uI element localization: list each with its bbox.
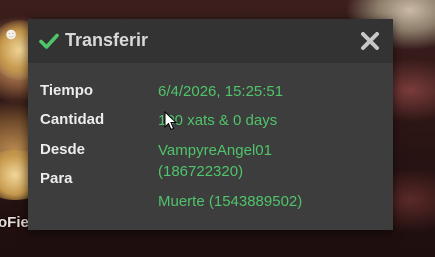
dialog-header: Transferir bbox=[28, 19, 393, 63]
from-username-link[interactable]: VampyreAngel01 bbox=[158, 140, 272, 161]
time-value: 6/4/2026, 15:25:51 bbox=[158, 83, 284, 100]
from-label: Desde bbox=[40, 141, 86, 158]
time-label: Tiempo bbox=[40, 82, 94, 99]
from-user-id: (186722320) bbox=[158, 163, 244, 180]
to-label: Para bbox=[40, 170, 73, 187]
mouse-cursor-icon bbox=[164, 111, 178, 131]
check-icon bbox=[39, 33, 59, 49]
background-emblem-icon: ☻ bbox=[2, 26, 20, 43]
amount-label: Cantidad bbox=[40, 111, 105, 128]
background-username-text: oFie bbox=[0, 214, 29, 231]
transfer-dialog: Transferir Tiempo 6/4/2026, 15:25:51 Can… bbox=[28, 19, 393, 230]
to-value[interactable]: Muerte (1543889502) bbox=[158, 191, 302, 212]
dialog-title: Transferir bbox=[65, 30, 149, 50]
close-icon[interactable] bbox=[359, 30, 381, 52]
